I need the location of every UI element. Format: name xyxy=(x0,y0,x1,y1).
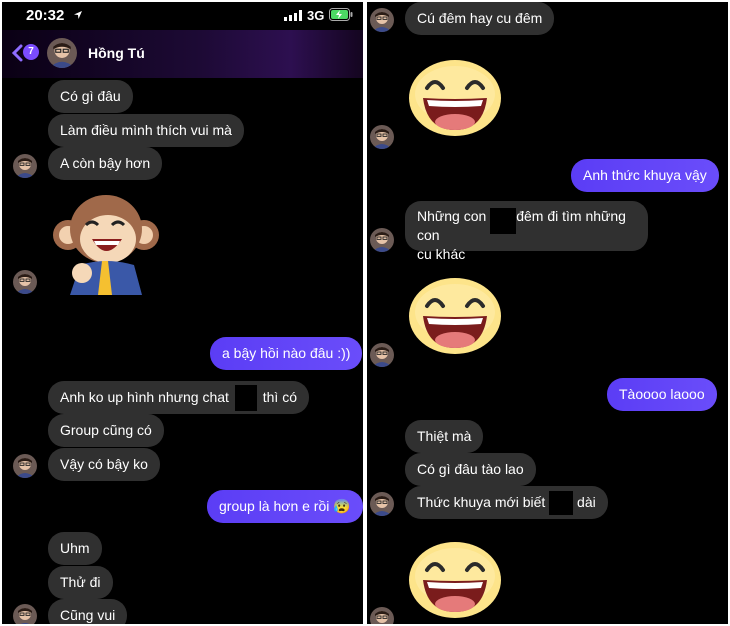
sender-avatar xyxy=(370,228,394,252)
message-text: Những con xyxy=(417,208,487,224)
smiley-sticker[interactable] xyxy=(409,276,501,356)
message-bubble-outgoing[interactable]: a bậy hồi nào đâu :)) xyxy=(210,337,363,370)
redacted-block xyxy=(549,491,574,516)
message-bubble[interactable]: Cú đêm hay cu đêm xyxy=(405,2,555,35)
location-arrow-icon xyxy=(74,11,82,19)
left-chat-panel: 20:32 3G 7 Hồng Tú Có gì đâu Làm điều mì… xyxy=(2,2,363,624)
smiley-sticker[interactable] xyxy=(409,540,501,620)
sender-avatar xyxy=(370,607,394,624)
message-bubble[interactable]: Cũng vui xyxy=(48,599,128,624)
message-bubble[interactable]: Có gì đâu tào lao xyxy=(405,453,536,486)
message-bubble-outgoing[interactable]: group là hơn e rồi 😰 xyxy=(207,490,363,523)
network-type: 3G xyxy=(307,8,325,23)
contact-name[interactable]: Hồng Tú xyxy=(88,45,145,61)
message-bubble[interactable]: Anh ko up hình nhưng chat thì có xyxy=(48,381,309,414)
signal-icon xyxy=(284,10,302,21)
right-chat-panel: Cú đêm hay cu đêm Anh thức khuya vậy Nhữ… xyxy=(367,2,728,624)
message-bubble[interactable]: Có gì đâu xyxy=(48,80,133,113)
message-bubble[interactable]: Làm điều mình thích vui mà xyxy=(48,114,244,147)
sender-avatar xyxy=(13,270,37,294)
message-bubble[interactable]: Những con đêm đi tìm những con cu khác xyxy=(405,201,648,262)
redacted-block xyxy=(490,208,517,235)
message-bubble[interactable]: Thức khuya mới biết dài xyxy=(405,486,608,519)
sender-avatar xyxy=(370,343,394,367)
message-bubble[interactable]: A còn bậy hơn xyxy=(48,147,163,180)
message-bubble[interactable]: Thiệt mà xyxy=(405,420,484,453)
sender-avatar xyxy=(370,125,394,149)
monkey-sticker[interactable] xyxy=(50,189,160,297)
message-text: Anh ko up hình nhưng chat xyxy=(60,389,229,405)
sender-avatar xyxy=(13,154,37,178)
message-text: Thức khuya mới biết xyxy=(417,494,546,510)
unread-count-badge[interactable]: 7 xyxy=(23,44,39,60)
status-bar: 20:32 3G xyxy=(2,2,363,30)
message-text: thì có xyxy=(262,389,297,405)
battery-charging-icon xyxy=(329,8,353,21)
sender-avatar xyxy=(370,492,394,516)
message-text: cu khác xyxy=(417,246,466,263)
message-bubble[interactable]: Uhm xyxy=(48,532,102,565)
message-bubble-outgoing[interactable]: Tàoooo laooo xyxy=(607,378,717,411)
message-bubble[interactable]: Vậy có bậy ko xyxy=(48,448,160,481)
message-bubble-outgoing[interactable]: Anh thức khuya vậy xyxy=(571,159,719,192)
back-chevron-icon[interactable] xyxy=(11,44,23,62)
smiley-sticker[interactable] xyxy=(409,58,501,138)
status-time: 20:32 xyxy=(26,7,65,24)
sender-avatar xyxy=(13,604,37,624)
message-bubble[interactable]: Thử đi xyxy=(48,566,113,599)
message-text: dài xyxy=(577,494,596,510)
sender-avatar xyxy=(370,8,394,32)
message-bubble[interactable]: Group cũng có xyxy=(48,414,164,447)
redacted-block xyxy=(234,385,257,412)
sender-avatar xyxy=(13,454,37,478)
contact-avatar[interactable] xyxy=(47,38,77,68)
